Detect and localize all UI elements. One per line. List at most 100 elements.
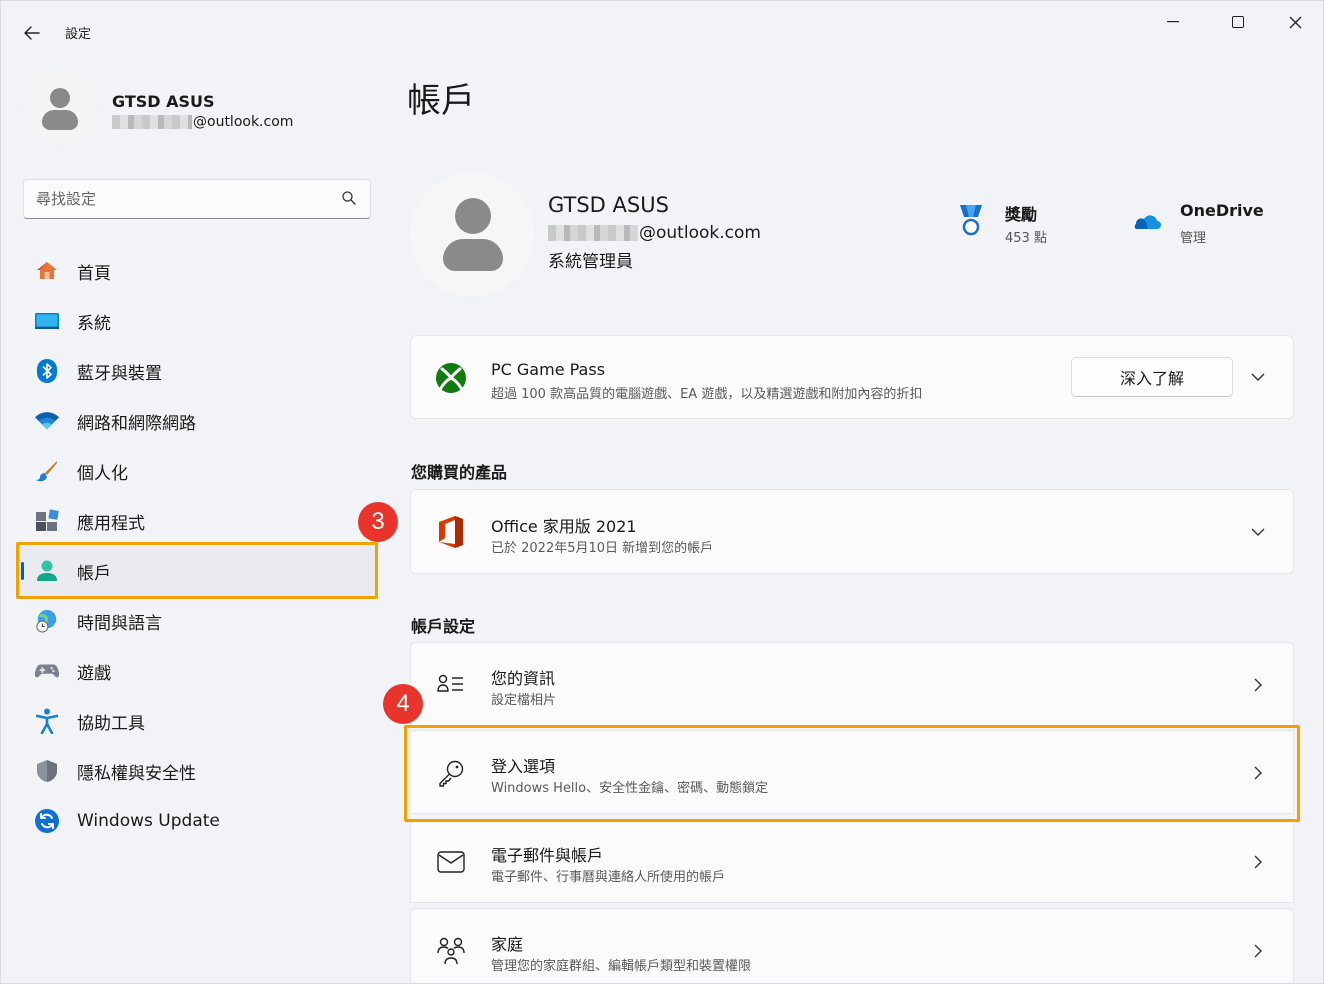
rewards-title: 獎勵 [1005,205,1038,224]
sidebar-item-windows-update[interactable]: Windows Update [17,796,377,846]
brush-icon [35,459,59,483]
account-avatar[interactable] [410,173,534,297]
gamepass-subtitle: 超過 100 款高品質的電腦遊戲、EA 遊戲，以及精選遊戲和附加內容的折扣 [491,387,923,402]
minimize-icon [1167,21,1179,23]
office-icon [435,516,467,548]
rewards-points: 453 點 [1005,231,1047,246]
sidebar-item-label: 個人化 [77,463,128,484]
gamepass-title: PC Game Pass [491,360,606,379]
sidebar-item-label: Windows Update [77,811,220,831]
account-email: @outlook.com [548,223,761,243]
email-accounts-row[interactable]: 電子郵件與帳戶 電子郵件、行事曆與連絡人所使用的帳戶 [410,819,1294,903]
step-4-badge: 4 [383,684,423,724]
profile-name: GTSD ASUS [112,92,215,111]
mail-icon [435,846,467,878]
sidebar-item-gaming[interactable]: 遊戲 [17,646,377,696]
onedrive-manage: 管理 [1180,231,1207,246]
close-icon [1289,16,1301,28]
row-title: 您的資訊 [491,669,556,688]
system-icon [35,309,59,333]
close-button[interactable] [1273,9,1317,35]
back-button[interactable] [15,17,49,49]
search-icon[interactable] [342,191,356,205]
sidebar-item-home[interactable]: 首頁 [17,246,377,296]
purchased-section-heading: 您購買的產品 [411,463,508,482]
settings-window: 設定 GTSD ASUS @outlook.com 首頁 [0,0,1324,984]
row-subtitle: Windows Hello、安全性金鑰、密碼、動態鎖定 [491,781,769,796]
profile-email-suffix: @outlook.com [193,114,294,130]
apps-icon [35,509,59,533]
chevron-right-icon [1254,766,1262,780]
sidebar-item-accessibility[interactable]: 協助工具 [17,696,377,746]
account-icon [35,559,59,583]
sidebar-item-system[interactable]: 系統 [17,296,377,346]
search-input[interactable] [36,188,326,210]
minimize-button[interactable] [1151,9,1195,35]
sidebar-item-label: 遊戲 [77,663,111,684]
time-language-icon [35,609,59,633]
sidebar-nav: 首頁 系統 藍牙與裝置 網路和網際網路 個人化 應用程式 帳戶 時間與語言 遊戲… [17,246,377,846]
sidebar-item-personalization[interactable]: 個人化 [17,446,377,496]
account-settings-heading: 帳戶設定 [411,617,476,636]
office-subtitle: 已於 2022年5月10日 新增到您的帳戶 [491,541,714,556]
row-title: 家庭 [491,935,524,954]
redacted-email-prefix [548,225,638,241]
gamepass-card[interactable]: PC Game Pass 超過 100 款高品質的電腦遊戲、EA 遊戲，以及精選… [410,335,1294,419]
sidebar-item-label: 首頁 [77,263,111,284]
accessibility-icon [35,708,59,734]
sidebar-item-apps[interactable]: 應用程式 [17,496,377,546]
sidebar-item-label: 帳戶 [77,563,111,584]
sidebar-item-time-language[interactable]: 時間與語言 [17,596,377,646]
update-icon [35,809,59,833]
back-arrow-icon [24,26,40,40]
redacted-email-prefix [112,115,192,129]
page-title: 帳戶 [407,81,475,121]
office-title: Office 家用版 2021 [491,517,637,536]
title-bar: 設定 [1,1,1323,47]
gamepad-icon [35,659,59,683]
account-role: 系統管理員 [548,252,633,272]
sidebar-item-label: 隱私權與安全性 [77,763,196,784]
maximize-icon [1232,16,1244,28]
sidebar-item-label: 時間與語言 [77,613,162,634]
wifi-icon [35,409,59,433]
family-icon [435,935,467,967]
sidebar-item-bluetooth[interactable]: 藍牙與裝置 [17,346,377,396]
home-icon [35,259,59,283]
avatar [23,72,97,146]
sidebar-item-label: 藍牙與裝置 [77,363,162,384]
office-card[interactable]: Office 家用版 2021 已於 2022年5月10日 新增到您的帳戶 [410,489,1294,574]
maximize-button[interactable] [1216,9,1260,35]
bluetooth-icon [35,359,59,383]
sidebar-item-label: 系統 [77,313,111,334]
chevron-down-icon[interactable] [1251,525,1265,539]
sidebar-item-network[interactable]: 網路和網際網路 [17,396,377,446]
row-title: 電子郵件與帳戶 [491,846,604,865]
profile-email: @outlook.com [112,114,293,130]
sidebar-item-label: 應用程式 [77,513,145,534]
learn-more-button[interactable]: 深入了解 [1071,357,1233,397]
search-box[interactable] [23,179,371,219]
shield-icon [35,759,59,783]
chevron-right-icon [1254,678,1262,692]
key-icon [435,757,467,789]
row-title: 登入選項 [491,757,556,776]
family-row[interactable]: 家庭 管理您的家庭群組、編輯帳戶類型和裝置權限 [410,908,1294,983]
sidebar-item-label: 協助工具 [77,713,145,734]
row-subtitle: 電子郵件、行事曆與連絡人所使用的帳戶 [491,870,726,885]
account-name: GTSD ASUS [548,193,669,217]
sidebar-item-label: 網路和網際網路 [77,413,196,434]
app-title: 設定 [65,27,92,42]
sign-in-options-row[interactable]: 登入選項 Windows Hello、安全性金鑰、密碼、動態鎖定 [410,730,1294,814]
sidebar-item-accounts[interactable]: 帳戶 [17,546,377,596]
sidebar-item-privacy[interactable]: 隱私權與安全性 [17,746,377,796]
medal-icon [960,205,982,236]
onedrive-cloud-icon [1134,215,1161,229]
step-3-badge: 3 [358,502,398,542]
chevron-right-icon [1254,944,1262,958]
your-info-row[interactable]: 您的資訊 設定檔相片 [410,642,1294,726]
chevron-right-icon [1254,855,1262,869]
person-list-icon [435,669,467,701]
chevron-down-icon[interactable] [1251,370,1265,384]
account-email-suffix: @outlook.com [639,223,761,243]
